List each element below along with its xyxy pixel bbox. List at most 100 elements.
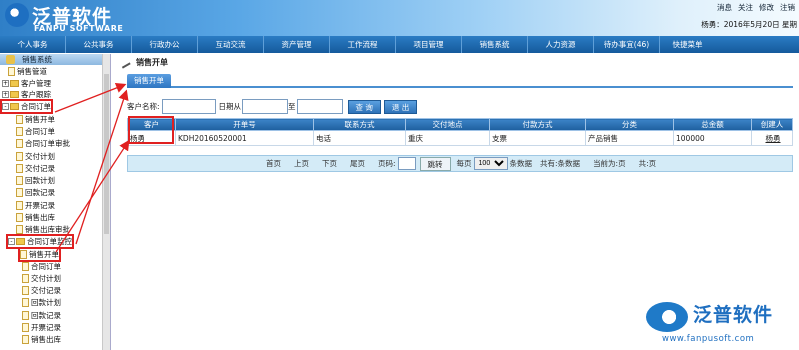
- breadcrumb-label: 销售开单: [136, 58, 168, 67]
- total-records: 共有:条数据: [540, 159, 581, 168]
- sidebar-item[interactable]: 回款计划: [16, 175, 55, 186]
- sidebar-item[interactable]: 交付记录: [16, 163, 55, 174]
- link-follow[interactable]: 关注: [738, 2, 753, 13]
- cell-contact: 电话: [313, 130, 406, 146]
- expand-toggle-icon[interactable]: +: [2, 80, 9, 87]
- sidebar-item[interactable]: 销售出库: [16, 212, 55, 223]
- sidebar-item[interactable]: 开票记录: [22, 322, 61, 333]
- sidebar-item-label: 客户跟踪: [21, 90, 51, 99]
- prev-page-link[interactable]: 上页: [294, 158, 309, 169]
- pen-icon: [118, 56, 131, 69]
- sidebar-item[interactable]: - 合同订单: [0, 99, 53, 114]
- tab-sales-order[interactable]: 销售开单: [127, 74, 171, 88]
- table-header-row: 客户 开单号 联系方式 交付地点 付款方式 分类 总金额 创建人: [127, 118, 793, 131]
- sidebar-item[interactable]: 销售管道: [8, 66, 47, 77]
- scrollbar-thumb[interactable]: [104, 74, 109, 234]
- watermark-url: www.fanpusoft.com: [662, 334, 755, 344]
- sidebar-item[interactable]: 销售开单: [16, 114, 55, 125]
- brand-logo-icon: [5, 3, 29, 27]
- page-number-input[interactable]: [397, 157, 416, 170]
- sidebar-item[interactable]: 合同订单: [16, 126, 55, 137]
- per-page-unit: 条数据: [509, 159, 533, 168]
- sidebar-item[interactable]: 开票记录: [16, 200, 55, 211]
- sidebar-item-label: 回款记录: [25, 188, 55, 197]
- orders-table: 客户 开单号 联系方式 交付地点 付款方式 分类 总金额 创建人 杨勇 KDH2…: [127, 118, 793, 146]
- sidebar-item-label: 销售开单: [25, 115, 55, 124]
- sidebar: 销售系统 销售管道 + 客户管理 + 客户跟踪 - 合同订单 销售开单 合同订单 合同订单审批 交付…: [0, 54, 111, 350]
- sidebar-item[interactable]: 交付计划: [22, 273, 61, 284]
- nav-interaction[interactable]: 互动交流: [198, 36, 264, 53]
- sidebar-item-label: 回款计划: [31, 298, 61, 307]
- sidebar-item[interactable]: 合同订单: [22, 261, 61, 272]
- nav-personal[interactable]: 个人事务: [0, 36, 66, 53]
- link-modify[interactable]: 修改: [759, 2, 774, 13]
- nav-public[interactable]: 公共事务: [66, 36, 132, 53]
- folder-icon: [10, 91, 19, 98]
- col-order-no[interactable]: 开单号: [175, 118, 314, 131]
- customer-input[interactable]: [161, 99, 216, 114]
- sidebar-item-label: 销售出库: [31, 335, 61, 344]
- next-page-link[interactable]: 下页: [322, 158, 337, 169]
- sidebar-item[interactable]: - 合同订单监控: [6, 234, 74, 249]
- sidebar-scrollbar[interactable]: [102, 54, 110, 350]
- col-total[interactable]: 总金额: [673, 118, 752, 131]
- per-page-select[interactable]: 100: [473, 157, 508, 170]
- document-icon: [22, 335, 29, 344]
- link-logout[interactable]: 注销: [780, 2, 795, 13]
- date-from-input[interactable]: [242, 99, 289, 114]
- date-to-label: 至: [288, 102, 296, 111]
- sidebar-item-label: 销售管道: [17, 67, 47, 76]
- document-icon: [20, 250, 27, 259]
- sidebar-item-label: 客户管理: [21, 79, 51, 88]
- table-row[interactable]: 杨勇 KDH20160520001 电话 重庆 支票 产品销售 100000 杨…: [127, 130, 793, 146]
- exit-button[interactable]: 退 出: [383, 99, 418, 114]
- nav-workflow[interactable]: 工作流程: [330, 36, 396, 53]
- document-icon: [16, 164, 23, 173]
- document-icon: [22, 274, 29, 283]
- document-icon: [16, 201, 23, 210]
- sidebar-item[interactable]: + 客户管理: [2, 78, 51, 89]
- sidebar-item[interactable]: 回款计划: [22, 297, 61, 308]
- nav-projects[interactable]: 项目管理: [396, 36, 462, 53]
- nav-assets[interactable]: 资产管理: [264, 36, 330, 53]
- sidebar-item[interactable]: + 客户跟踪: [2, 89, 51, 100]
- nav-hr[interactable]: 人力资源: [528, 36, 594, 53]
- sidebar-item[interactable]: 销售出库: [22, 334, 61, 345]
- sidebar-item[interactable]: 回款记录: [16, 187, 55, 198]
- go-button[interactable]: 跳转: [419, 156, 451, 171]
- sidebar-item[interactable]: 销售开单: [18, 247, 61, 262]
- col-payment[interactable]: 付款方式: [489, 118, 586, 131]
- cell-creator[interactable]: 杨勇: [751, 130, 793, 146]
- watermark-brand: 泛普软件: [693, 304, 774, 326]
- sidebar-item[interactable]: 交付记录: [22, 285, 61, 296]
- expand-toggle-icon[interactable]: +: [2, 91, 9, 98]
- cell-delivery: 重庆: [405, 130, 490, 146]
- col-category[interactable]: 分类: [585, 118, 674, 131]
- col-creator[interactable]: 创建人: [751, 118, 793, 131]
- col-contact[interactable]: 联系方式: [313, 118, 406, 131]
- sidebar-item-label: 交付计划: [31, 274, 61, 283]
- last-page-link[interactable]: 尾页: [350, 158, 365, 169]
- customer-label: 客户名称:: [127, 102, 160, 111]
- expand-toggle-icon[interactable]: -: [2, 103, 9, 110]
- sidebar-item[interactable]: 合同订单审批: [16, 138, 70, 149]
- nav-sales[interactable]: 销售系统: [462, 36, 528, 53]
- date-to-input[interactable]: [296, 99, 343, 114]
- nav-admin[interactable]: 行政办公: [132, 36, 198, 53]
- sidebar-item[interactable]: 销售出库审批: [16, 224, 70, 235]
- sidebar-item-label: 合同订单: [31, 262, 61, 271]
- nav-todo[interactable]: 待办事宜(46): [594, 36, 660, 53]
- nav-shortcuts[interactable]: 快捷菜单: [660, 36, 715, 53]
- expand-toggle-icon[interactable]: -: [8, 238, 15, 245]
- sidebar-item[interactable]: 回款记录: [22, 310, 61, 321]
- sidebar-item[interactable]: 交付计划: [16, 151, 55, 162]
- first-page-link[interactable]: 首页: [266, 158, 281, 169]
- query-button[interactable]: 查 询: [347, 99, 381, 114]
- link-messages[interactable]: 消息: [717, 2, 732, 13]
- cell-total: 100000: [673, 130, 752, 146]
- document-icon: [16, 115, 23, 124]
- current-page: 当前为:页: [593, 159, 626, 168]
- col-delivery[interactable]: 交付地点: [405, 118, 490, 131]
- document-icon: [8, 67, 15, 76]
- sidebar-item-label: 交付记录: [31, 286, 61, 295]
